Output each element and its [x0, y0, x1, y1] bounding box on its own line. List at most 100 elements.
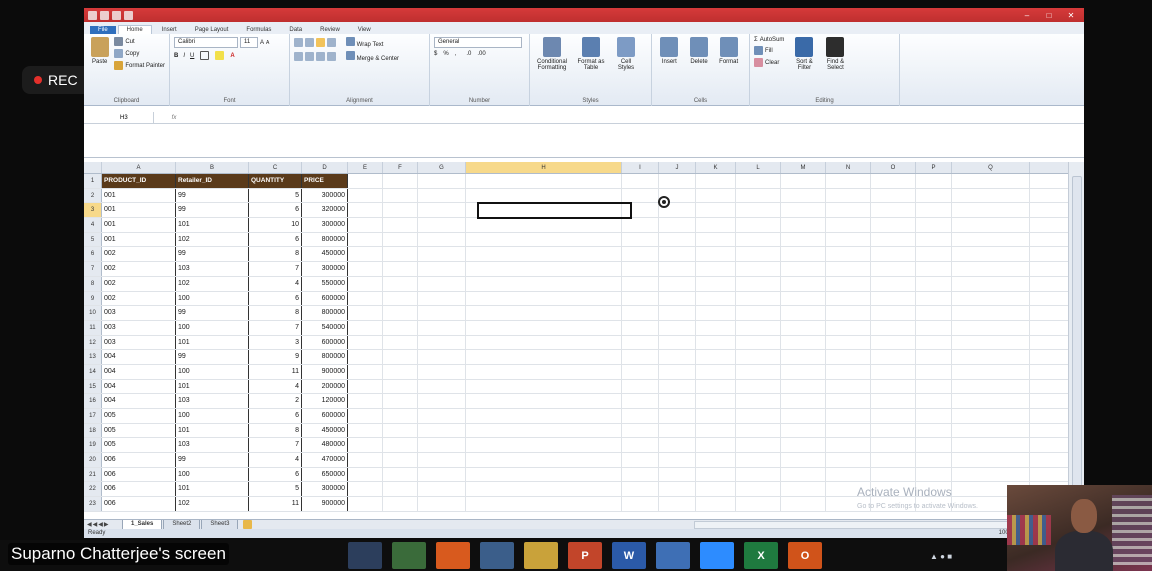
cell[interactable]	[871, 276, 916, 291]
orientation-icon[interactable]	[327, 38, 336, 47]
cell-c16[interactable]: 2	[249, 394, 302, 408]
cell[interactable]	[826, 453, 871, 467]
cell[interactable]	[348, 364, 383, 379]
cell[interactable]	[659, 438, 696, 453]
cell[interactable]	[622, 423, 659, 438]
decrease-decimal-button[interactable]: .00	[477, 51, 485, 57]
cell[interactable]	[736, 364, 781, 379]
cell[interactable]	[383, 423, 418, 438]
cell[interactable]	[418, 423, 466, 438]
cell-a8[interactable]: 002	[102, 276, 176, 291]
cell[interactable]	[466, 291, 622, 306]
cell-c7[interactable]: 7	[249, 262, 302, 276]
cell[interactable]	[871, 335, 916, 350]
cell[interactable]	[348, 379, 383, 394]
cell[interactable]	[348, 218, 383, 232]
cell[interactable]	[466, 247, 622, 262]
cell[interactable]	[916, 438, 952, 453]
borders-icon[interactable]	[200, 51, 210, 60]
cell-c6[interactable]: 8	[249, 247, 302, 262]
cell[interactable]	[348, 467, 383, 482]
cell[interactable]	[826, 232, 871, 247]
cell-b19[interactable]: 103	[176, 438, 249, 453]
cell[interactable]	[781, 364, 826, 379]
cell-b6[interactable]: 99	[176, 247, 249, 262]
grow-font-icon[interactable]: A	[260, 40, 264, 46]
align-right-icon[interactable]	[316, 52, 325, 61]
cell-a21[interactable]: 006	[102, 467, 176, 482]
cell-b13[interactable]: 99	[176, 350, 249, 364]
font-size-select[interactable]: 11	[240, 37, 258, 48]
cell[interactable]	[622, 291, 659, 306]
format-as-table-button[interactable]: Format as Table	[573, 37, 609, 71]
clear-button[interactable]: Clear	[754, 58, 784, 67]
cell-a23[interactable]: 006	[102, 497, 176, 511]
cell-a9[interactable]: 002	[102, 291, 176, 306]
row-header[interactable]: 13	[84, 350, 102, 364]
cell-c1[interactable]: QUANTITY	[249, 174, 302, 188]
row-header[interactable]: 22	[84, 482, 102, 497]
cell-c20[interactable]: 4	[249, 453, 302, 467]
cell-b10[interactable]: 99	[176, 306, 249, 320]
increase-decimal-button[interactable]: .0	[466, 51, 471, 57]
cell[interactable]	[659, 306, 696, 320]
cut-button[interactable]: Cut	[114, 37, 165, 46]
cell[interactable]	[418, 364, 466, 379]
cell[interactable]	[736, 409, 781, 423]
cell[interactable]	[781, 262, 826, 276]
cell[interactable]	[659, 467, 696, 482]
cell[interactable]	[418, 350, 466, 364]
cell[interactable]	[659, 379, 696, 394]
formula-input[interactable]	[84, 124, 1084, 158]
cell[interactable]	[348, 453, 383, 467]
network-icon[interactable]	[480, 542, 514, 569]
cell[interactable]	[736, 276, 781, 291]
cell-c17[interactable]: 6	[249, 409, 302, 423]
cell[interactable]	[952, 174, 1030, 188]
cell[interactable]	[696, 497, 736, 511]
cell[interactable]	[781, 320, 826, 335]
row-header[interactable]: 1	[84, 174, 102, 188]
cell[interactable]	[659, 320, 696, 335]
cell[interactable]	[736, 350, 781, 364]
cell[interactable]	[348, 320, 383, 335]
cell-a1[interactable]: PRODUCT_ID	[102, 174, 176, 188]
excel-icon[interactable]: X	[744, 542, 778, 569]
save-icon[interactable]	[100, 10, 109, 20]
cell[interactable]	[659, 482, 696, 497]
cell[interactable]	[736, 497, 781, 511]
cell-b1[interactable]: Retailer_ID	[176, 174, 249, 188]
cell-b21[interactable]: 100	[176, 467, 249, 482]
cell[interactable]	[916, 203, 952, 218]
cell[interactable]	[466, 218, 622, 232]
cell[interactable]	[736, 467, 781, 482]
cell-d22[interactable]: 300000	[302, 482, 348, 497]
cell[interactable]	[383, 335, 418, 350]
row-header[interactable]: 14	[84, 364, 102, 379]
fx-icon[interactable]: fx	[154, 115, 194, 121]
cell[interactable]	[622, 379, 659, 394]
cell[interactable]	[696, 364, 736, 379]
cell[interactable]	[466, 423, 622, 438]
cell[interactable]	[659, 247, 696, 262]
cell[interactable]	[466, 482, 622, 497]
cell[interactable]	[826, 379, 871, 394]
align-bottom-icon[interactable]	[316, 38, 325, 47]
cell[interactable]	[418, 247, 466, 262]
cell[interactable]	[466, 379, 622, 394]
cell[interactable]	[696, 232, 736, 247]
column-header-h[interactable]: H	[466, 162, 622, 173]
cell[interactable]	[781, 203, 826, 218]
cell-d15[interactable]: 200000	[302, 379, 348, 394]
cell[interactable]	[916, 453, 952, 467]
cell[interactable]	[871, 394, 916, 408]
font-color-icon[interactable]: A	[230, 53, 234, 59]
cell[interactable]	[871, 262, 916, 276]
cell[interactable]	[696, 188, 736, 203]
cell[interactable]	[736, 262, 781, 276]
cell[interactable]	[916, 291, 952, 306]
cell-d18[interactable]: 450000	[302, 423, 348, 438]
row-header[interactable]: 7	[84, 262, 102, 276]
cell[interactable]	[418, 276, 466, 291]
cell-a11[interactable]: 003	[102, 320, 176, 335]
